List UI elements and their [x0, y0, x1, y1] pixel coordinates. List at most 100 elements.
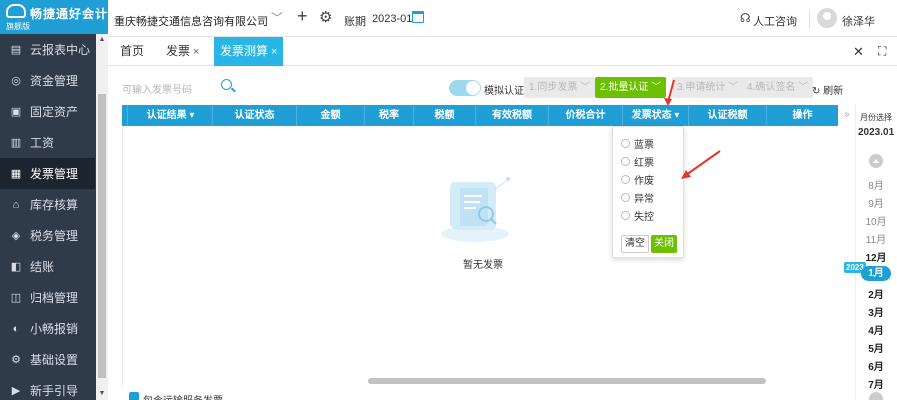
annotation-arrow-icon: [664, 79, 675, 106]
filter-option-blue[interactable]: 蓝票: [621, 136, 654, 151]
simulate-auth-toggle[interactable]: [449, 80, 481, 96]
search-icon[interactable]: [221, 79, 232, 90]
month-item[interactable]: 8月: [856, 177, 896, 192]
reimburse-icon: ◐: [12, 322, 20, 335]
close-button[interactable]: 关闭: [651, 235, 677, 253]
sidebar-item-label: 税务管理: [30, 229, 79, 243]
sidebar-item-settings[interactable]: ⚙ 基础设置: [0, 344, 95, 375]
sidebar-item-label: 小畅报销: [30, 322, 79, 336]
radio-icon[interactable]: [621, 174, 630, 184]
sidebar-item-label: 新手引导: [30, 384, 79, 398]
chevron-down-icon[interactable]: ﹀: [271, 9, 283, 26]
username[interactable]: 徐泽华: [842, 13, 875, 29]
sidebar-item-label: 发票管理: [30, 167, 79, 181]
sidebar-item-tax[interactable]: ◈ 税务管理: [0, 220, 95, 251]
month-item[interactable]: 6月: [856, 358, 896, 373]
calendar-icon[interactable]: [412, 11, 424, 23]
sidebar-item-inventory[interactable]: ⌂ 库存核算: [0, 189, 95, 220]
month-item-selected[interactable]: 1月: [861, 266, 891, 281]
fullscreen-icon[interactable]: ⛶: [878, 44, 886, 59]
logo: 畅捷通好会计 旗舰版: [0, 0, 108, 34]
sidebar: 畅捷通好会计 旗舰版 ▤ 云报表中心 ◎ 资金管理 ▣ 固定资产 ▥ 工资 ▦ 发票管理 …: [0, 0, 108, 400]
gear-icon[interactable]: ⚙: [319, 8, 332, 26]
column-header[interactable]: 发票状态 ▾: [623, 105, 689, 126]
scroll-up-icon[interactable]: [869, 154, 883, 168]
month-item[interactable]: 3月: [856, 304, 896, 319]
sidebar-item-label: 云报表中心: [30, 43, 91, 57]
sidebar-item-salary[interactable]: ▥ 工资: [0, 127, 95, 158]
option-label: 蓝票: [634, 139, 654, 151]
filter-option-void[interactable]: 作废: [621, 172, 654, 187]
scroll-thumb[interactable]: [98, 94, 106, 378]
confirm-sign-button[interactable]: 4.确认签名 ﹀: [742, 77, 814, 98]
sidebar-scrollbar[interactable]: ▲ ▼: [96, 34, 108, 400]
chevron-down-icon[interactable]: ▾: [189, 110, 194, 121]
report-icon: ▤: [10, 44, 22, 56]
sidebar-item-label: 基础设置: [30, 353, 79, 367]
month-panel: » 月份选择 2023.01 8月 9月 10月 11月 12月 2023 1月…: [844, 104, 897, 400]
sidebar-item-funds[interactable]: ◎ 资金管理: [0, 65, 95, 96]
column-header[interactable]: 认证结果 ▾: [129, 105, 213, 126]
clear-button[interactable]: 清空: [621, 235, 649, 253]
support-link[interactable]: 人工咨询: [753, 13, 797, 29]
month-item[interactable]: 9月: [856, 195, 896, 210]
search-input[interactable]: 可输入发票号码: [122, 81, 192, 96]
filter-option-abnormal[interactable]: 异常: [621, 190, 654, 205]
column-header: 认证税额: [689, 105, 767, 126]
close-all-icon[interactable]: ✕: [853, 44, 864, 60]
headset-icon[interactable]: ☊: [740, 11, 751, 25]
tab-bar: 首页 发票 × 发票测算 × ✕ ⛶: [108, 37, 897, 66]
sidebar-item-report[interactable]: ▤ 云报表中心: [0, 34, 95, 65]
apply-stats-button[interactable]: 3.申请统计 ﹀: [672, 77, 744, 98]
filter-option-lost[interactable]: 失控: [621, 208, 654, 223]
collapse-icon[interactable]: »: [844, 109, 850, 120]
month-item[interactable]: 2月: [856, 286, 896, 301]
tab-home[interactable]: 首页: [114, 37, 150, 66]
column-header: 操作: [792, 110, 813, 121]
sidebar-item-guide[interactable]: ▶ 新手引导: [0, 375, 95, 400]
sync-invoice-button[interactable]: 1.同步发票 ﹀: [524, 77, 596, 98]
tab-invoice[interactable]: 发票 ×: [160, 37, 205, 66]
sidebar-item-archive[interactable]: ◫ 归档管理: [0, 282, 95, 313]
radio-icon[interactable]: [621, 138, 630, 148]
scroll-down-icon[interactable]: ▼: [96, 388, 108, 400]
sidebar-item-label: 库存核算: [30, 198, 79, 212]
tab-invoice-calc[interactable]: 发票测算 ×: [214, 37, 284, 66]
close-icon[interactable]: ×: [271, 46, 277, 58]
refresh-button[interactable]: ↻ 刷新: [812, 82, 843, 97]
sidebar-item-reimburse[interactable]: ◐ 小畅报销: [0, 313, 95, 344]
month-item[interactable]: 10月: [856, 213, 896, 228]
logo-name: 畅捷通好会计: [30, 7, 109, 21]
scroll-down-icon[interactable]: [869, 392, 883, 400]
radio-icon[interactable]: [621, 192, 630, 202]
option-label: 失控: [634, 211, 654, 223]
invoice-icon: ▦: [10, 168, 22, 180]
month-item[interactable]: 5月: [856, 340, 896, 355]
sidebar-item-checkout[interactable]: ◧ 结账: [0, 251, 95, 282]
chevron-down-icon[interactable]: ▾: [674, 110, 679, 121]
month-item[interactable]: 7月: [856, 376, 896, 391]
horizontal-scrollbar[interactable]: [368, 378, 766, 384]
radio-icon[interactable]: [621, 210, 630, 220]
toggle-label: 模拟认证: [484, 86, 524, 97]
scroll-up-icon[interactable]: ▲: [96, 34, 108, 46]
plus-icon[interactable]: +: [297, 6, 308, 27]
company-name[interactable]: 重庆畅捷交通信息咨询有限公司: [114, 13, 268, 29]
batch-auth-button[interactable]: 2.批量认证 ﹀: [595, 77, 667, 98]
period-value[interactable]: 2023-01: [372, 13, 412, 25]
tax-icon: ◈: [11, 230, 21, 242]
empty-text: 暂无发票: [463, 260, 503, 271]
column-header: 价税合计: [549, 105, 623, 126]
period-label: 账期: [344, 16, 366, 28]
annotation-arrow-icon: [681, 150, 721, 179]
sidebar-item-invoice[interactable]: ▦ 发票管理: [0, 158, 95, 189]
radio-icon[interactable]: [621, 156, 630, 166]
sidebar-item-assets[interactable]: ▣ 固定资产: [0, 96, 95, 127]
month-item[interactable]: 11月: [856, 231, 896, 246]
include-transport-checkbox[interactable]: [129, 392, 139, 400]
tab-label: 首页: [120, 44, 145, 58]
month-item[interactable]: 4月: [856, 322, 896, 337]
close-icon[interactable]: ×: [193, 46, 199, 58]
avatar[interactable]: [817, 8, 837, 28]
filter-option-red[interactable]: 红票: [621, 154, 654, 169]
